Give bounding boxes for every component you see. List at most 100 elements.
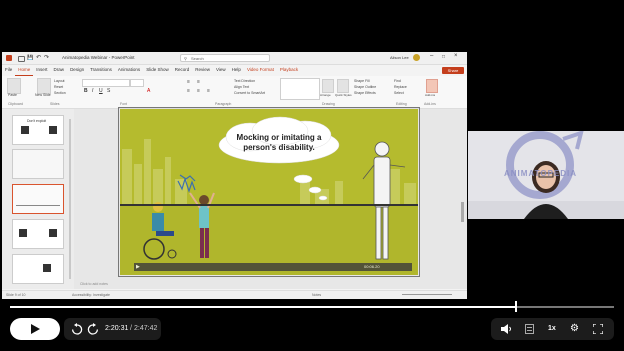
section-button[interactable]: Section [54,91,66,95]
notes-button[interactable]: Notes [312,293,321,297]
search-icon: ⚲ [184,56,187,61]
qr-code-icon [19,229,27,237]
font-name-select[interactable] [82,79,130,87]
player-settings-controls: 1x ⚙ [491,318,614,340]
qr-code-icon [21,126,29,134]
webcam-feed: ANIMATOPEDIA [468,131,624,219]
play-button[interactable] [10,318,60,340]
settings-gear-icon[interactable]: ⚙ [570,318,579,340]
shape-outline-button[interactable]: Shape Outline [354,85,376,89]
tab-view[interactable]: View [213,65,229,75]
progress-handle[interactable] [515,301,517,312]
tab-review[interactable]: Review [192,65,213,75]
status-bar: Slide 9 of 10 Accessibility: Investigate… [2,290,467,299]
tab-transitions[interactable]: Transitions [87,65,115,75]
convert-smartart-button[interactable]: Convert to SmartArt [234,91,265,95]
video-controls-bar[interactable]: ▶ 00:06.20 [134,263,412,271]
replace-button[interactable]: Replace [394,85,407,89]
arrange-button[interactable] [322,79,334,93]
slide-thumbnail[interactable] [12,219,64,249]
underline-icon[interactable]: U [99,88,103,94]
playback-speed-button[interactable]: 1x [548,318,556,340]
group-editing: Editing [396,102,407,106]
paste-button[interactable] [7,78,21,94]
thumbnail-title: Don't exploit [27,119,47,123]
tab-draw[interactable]: Draw [51,65,68,75]
font-size-select[interactable] [130,79,144,87]
group-drawing: Drawing [322,102,335,106]
maximize-icon[interactable]: □ [442,54,445,60]
avatar[interactable] [413,54,420,61]
add-ins-button[interactable] [426,79,438,93]
share-button[interactable]: Share [442,67,464,74]
speech-line-2: person's disability. [243,143,315,152]
accessibility-status[interactable]: Accessibility: Investigate [72,293,110,297]
new-slide-button[interactable] [37,78,51,94]
current-time: 2:20:31 [105,325,129,332]
redo-icon[interactable]: ↷ [44,54,49,61]
shapes-gallery[interactable] [280,78,320,100]
reset-button[interactable]: Reset [54,85,63,89]
tab-insert[interactable]: Insert [33,65,50,75]
slide-thumbnail-selected[interactable] [12,184,64,214]
layout-button[interactable]: Layout [54,79,65,83]
speech-line-1: Mocking or imitating a [236,133,322,142]
tab-playback[interactable]: Playback [277,65,301,75]
bullets-icon[interactable]: ≡ [187,79,190,85]
tab-video-format[interactable]: Video Format [244,65,277,75]
autosave-icon[interactable] [18,56,25,62]
shape-fill-button[interactable]: Shape Fill [354,79,370,83]
italic-icon[interactable]: I [92,88,93,94]
tab-slide-show[interactable]: Slide Show [143,65,172,75]
arrange-label: Arrange [320,93,331,97]
align-right-icon[interactable]: ≡ [207,88,210,94]
slide[interactable]: Mocking or imitating a person's disabili… [120,109,418,275]
text-direction-button[interactable]: Text Direction [234,79,255,83]
shape-effects-button[interactable]: Shape Effects [354,91,376,95]
align-center-icon[interactable]: ≡ [197,88,200,94]
transcript-icon[interactable] [525,324,534,334]
align-left-icon[interactable]: ≡ [187,88,190,94]
time-separator: / [130,325,132,332]
time-controls: 2:20:31 / 2:47:42 [64,318,161,340]
slide-scrollbar[interactable] [461,202,464,222]
fullscreen-icon[interactable] [593,324,603,334]
rewind-10-icon[interactable] [71,323,83,335]
tab-animations[interactable]: Animations [115,65,143,75]
tab-design[interactable]: Design [67,65,87,75]
strikethrough-icon[interactable]: S [107,88,110,94]
forward-10-icon[interactable] [87,323,99,335]
search-input[interactable]: ⚲ Search [180,54,270,62]
tab-record[interactable]: Record [172,65,193,75]
find-button[interactable]: Find [394,79,401,83]
select-button[interactable]: Select [394,91,404,95]
zoom-slider[interactable] [402,294,452,295]
slide-thumbnail[interactable] [12,149,64,179]
tab-file[interactable]: File [2,65,15,75]
minimize-icon[interactable]: – [430,53,433,59]
play-icon [31,324,40,334]
search-placeholder: Search [191,56,204,61]
video-play-icon[interactable]: ▶ [136,263,140,271]
numbering-icon[interactable]: ≡ [197,79,200,85]
slide-thumbnail[interactable]: Don't exploit [12,115,64,145]
document-title: Animatopedia Webinar - PowerPoint [62,55,134,60]
ribbon: Paste Clipboard New Slide Layout Reset S… [2,76,467,109]
tab-home[interactable]: Home [15,65,34,76]
speech-cloud [218,116,340,201]
volume-icon[interactable] [501,324,512,334]
notes-placeholder[interactable]: Click to add notes [80,282,108,286]
qr-code-icon [43,264,51,272]
undo-icon[interactable]: ↶ [36,54,41,61]
font-color-icon[interactable]: A [147,88,150,94]
thumbnail-scrollbar[interactable] [69,119,71,279]
save-icon[interactable]: 💾 [27,55,33,61]
ground-line [120,204,418,206]
close-icon[interactable]: × [454,53,458,59]
bold-icon[interactable]: B [84,88,88,94]
thumbnail-scene [16,191,60,206]
tab-help[interactable]: Help [229,65,244,75]
quick-styles-button[interactable] [337,79,349,93]
align-text-button[interactable]: Align Text [234,85,249,89]
slide-thumbnail[interactable] [12,254,64,284]
